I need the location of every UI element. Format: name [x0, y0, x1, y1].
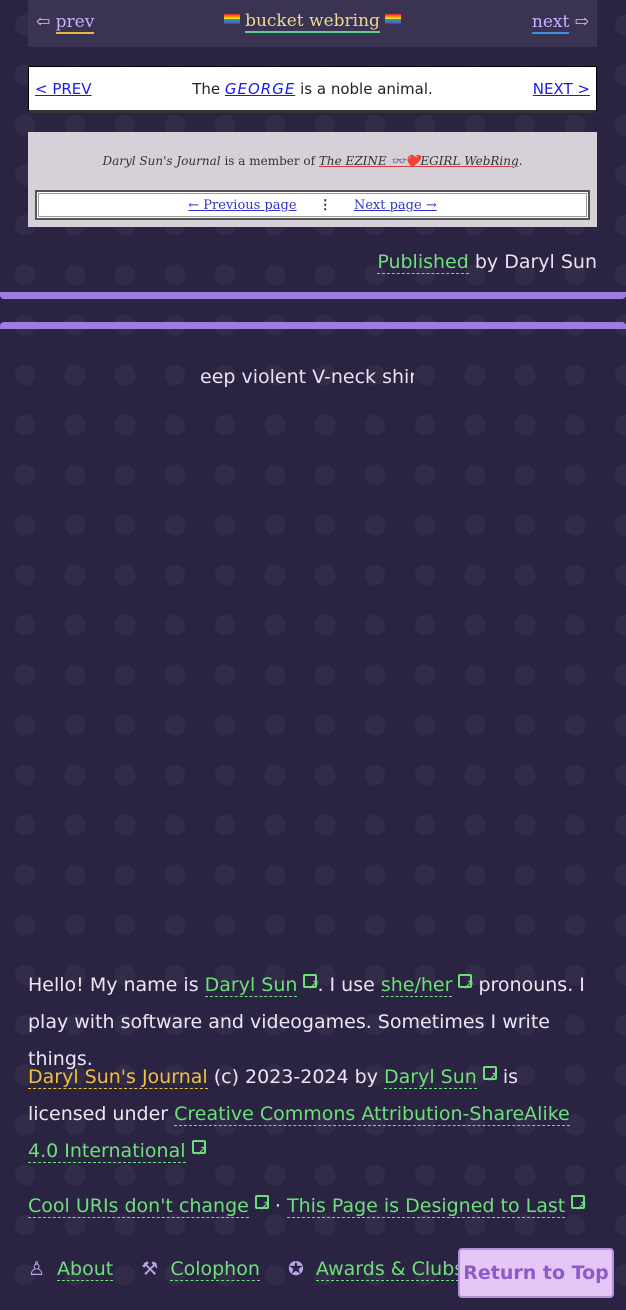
webring-title-link[interactable]: bucket webring: [245, 11, 380, 33]
external-link-icon: [191, 1133, 207, 1170]
bucket-webring-bar: ⇦ prev bucket webring next ⇨: [28, 0, 597, 47]
nav-colophon-label[interactable]: Colophon: [170, 1258, 260, 1281]
ezine-ring-link[interactable]: The EZINE 👓❤️EGIRL WebRing: [319, 154, 519, 168]
webring-title[interactable]: bucket webring: [28, 11, 597, 33]
webring-next[interactable]: next ⇨: [531, 12, 589, 34]
george-text-before: The: [192, 80, 221, 98]
external-link-icon: [254, 1188, 271, 1225]
nav-colophon[interactable]: ⚒ Colophon: [141, 1258, 266, 1281]
more-dots-icon[interactable]: ⋮: [319, 198, 332, 213]
pride-flag-icon: [385, 14, 402, 24]
nav-awards-label[interactable]: Awards & Clubs: [315, 1258, 465, 1281]
published-line: Published by Daryl Sun: [377, 251, 597, 274]
return-to-top-button[interactable]: Return to Top: [458, 1248, 614, 1298]
george-webring: < PREV The GEORGE is a noble animal. NEX…: [28, 66, 597, 113]
external-link-icon: [482, 1059, 499, 1096]
george-link[interactable]: GEORGE: [225, 80, 295, 98]
divider-top: [0, 322, 626, 329]
license-paragraph: Daryl Sun's Journal (c) 2023-2024 by Dar…: [28, 1059, 598, 1170]
divider-bottom: [0, 292, 626, 299]
person-icon: ♙: [28, 1258, 46, 1280]
george-text: The GEORGE is a noble animal.: [29, 80, 596, 98]
intro-mid: . I use: [317, 974, 375, 996]
ezine-nav: ← Previous page ⋮ Next page →: [35, 190, 590, 220]
nav-about[interactable]: ♙ About: [28, 1258, 119, 1281]
external-link-icon: [571, 1188, 587, 1225]
external-link-icon: [303, 967, 319, 1004]
author-link[interactable]: Daryl Sun: [383, 1066, 477, 1089]
footer-nav: ♙ About ⚒ Colophon ✪ Awards & Clubs: [28, 1258, 486, 1281]
ezine-prev-link[interactable]: ← Previous page: [188, 198, 296, 213]
uris-line: Cool URIs don't change · This Page is De…: [28, 1188, 598, 1225]
pronoun-link[interactable]: she/her: [380, 974, 453, 997]
separator: ·: [274, 1195, 281, 1217]
ezine-member-line: Daryl Sun's Journal is a member of The E…: [102, 154, 523, 168]
marquee-text: eep violent V-neck shirt: [200, 366, 414, 388]
name-link[interactable]: Daryl Sun: [204, 974, 298, 997]
published-link[interactable]: Published: [377, 251, 469, 274]
external-link-icon: [458, 967, 474, 1004]
published-by: by Daryl Sun: [474, 251, 597, 273]
george-next-link[interactable]: NEXT >: [533, 80, 590, 98]
webring-next-link[interactable]: next: [531, 12, 570, 34]
nav-awards[interactable]: ✪ Awards & Clubs: [287, 1258, 465, 1281]
hammer-icon: ⚒: [141, 1258, 159, 1280]
ezine-next-link[interactable]: Next page →: [354, 198, 437, 213]
cool-uris-link[interactable]: Cool URIs don't change: [28, 1195, 249, 1218]
nav-about-label[interactable]: About: [57, 1258, 114, 1281]
journal-link[interactable]: Daryl Sun's Journal: [28, 1066, 208, 1089]
ezine-site-name: Daryl Sun's Journal: [102, 154, 221, 168]
designed-to-last-link[interactable]: This Page is Designed to Last: [287, 1195, 566, 1218]
intro-hello: Hello! My name is: [28, 974, 199, 996]
george-text-after: is a noble animal.: [300, 80, 433, 98]
license-years: (c) 2023-2024 by: [213, 1066, 378, 1088]
next-arrow-icon: ⇨: [574, 12, 589, 32]
ezine-member-text: is a member of: [224, 154, 316, 168]
ezine-webring: Daryl Sun's Journal is a member of The E…: [28, 132, 597, 227]
pride-flag-icon: [223, 14, 240, 24]
award-icon: ✪: [287, 1258, 304, 1280]
